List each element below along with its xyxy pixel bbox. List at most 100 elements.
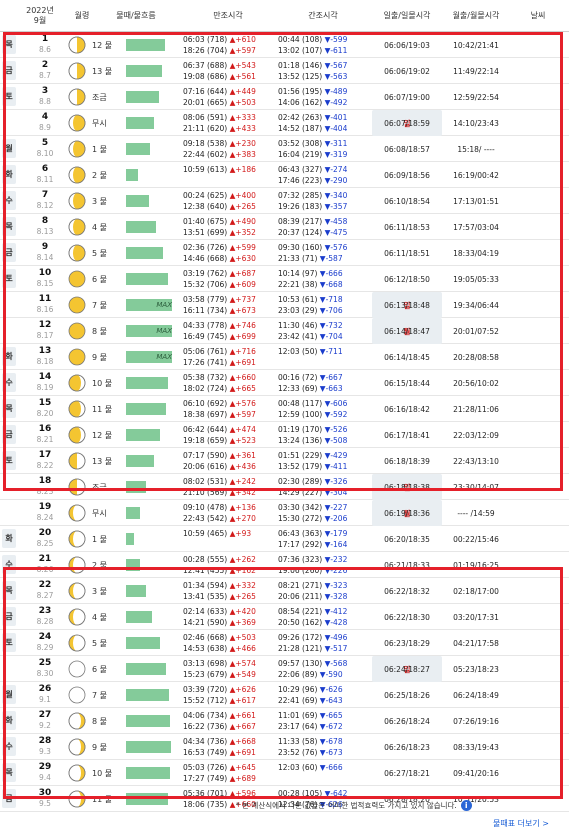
high-tide-1: 04:34 (736) bbox=[183, 737, 228, 746]
sunrise-sunset: 06:24/18:27 bbox=[384, 664, 430, 674]
tide-max-label bbox=[150, 91, 172, 103]
low-tide-2: 13:02 (107) bbox=[278, 46, 323, 55]
tide-max-label bbox=[150, 767, 172, 779]
high-tide-1: 06:10 (692) bbox=[183, 399, 228, 408]
low-tide-cell: 08:39 (217) ▼-458 20:37 (124) ▼-475 bbox=[278, 216, 368, 238]
date-cell: 11 8.16 bbox=[28, 294, 62, 315]
solar-day: 4 bbox=[41, 112, 49, 122]
high-tide-cell: 00:28 (555) ▲+262 12:41 (455) ▲+162 bbox=[183, 554, 273, 576]
high-tide-1-diff: ▲+599 bbox=[229, 243, 256, 252]
low-tide-1: 01:51 (229) bbox=[278, 451, 323, 460]
tide-age: 12 물 bbox=[92, 40, 113, 50]
low-tide-1: 12:03 (50) bbox=[278, 347, 318, 356]
tide-max-label bbox=[150, 273, 172, 285]
low-tide-2: 21:33 (71) bbox=[278, 254, 318, 263]
table-row: 금 16 8.21 12 물 06:42 (644) ▲+474 19:18 (659) … bbox=[0, 422, 569, 448]
low-tide-cell: 07:36 (323) ▼-232 19:06 (260) ▼-226 bbox=[278, 554, 368, 576]
high-tide-1-diff: ▲+332 bbox=[229, 581, 256, 590]
moon-phase-icon bbox=[68, 36, 86, 54]
high-tide-cell: 03:58 (779) ▲+737 16:11 (734) ▲+673 bbox=[183, 294, 273, 316]
solar-day: 8 bbox=[41, 216, 49, 226]
moonrise-moonset: 19:05/05:33 bbox=[453, 274, 499, 284]
table-row: 목 29 9.4 10 물 05:03 (726) ▲+645 17:27 (749) ▲… bbox=[0, 760, 569, 786]
sunrise-sunset: 06:17/18:41 bbox=[384, 430, 430, 440]
lunar-date: 8.9 bbox=[39, 123, 51, 132]
moon-phase-icon bbox=[68, 712, 86, 730]
table-row: 금 2 8.7 13 물 06:37 (688) ▲+543 19:08 (686) ▲+… bbox=[0, 58, 569, 84]
high-tide-cell: 06:03 (718) ▲+610 18:26 (704) ▲+597 bbox=[183, 34, 273, 56]
solar-day: 28 bbox=[38, 736, 52, 746]
header-high-tide: 만조시각 bbox=[213, 11, 243, 20]
table-row: 화 20 8.25 1 물 10:59 (465) ▲+93 06:43 (363) ▼… bbox=[0, 526, 569, 552]
high-tide-2: 22:44 (602) bbox=[183, 150, 228, 159]
tide-age: 5 물 bbox=[92, 248, 107, 258]
low-tide-2: 23:03 (29) bbox=[278, 306, 318, 315]
tide-age: 6 물 bbox=[92, 274, 107, 284]
high-tide-1: 04:06 (734) bbox=[183, 711, 228, 720]
high-tide-2: 16:22 (736) bbox=[183, 722, 228, 731]
tide-max-label bbox=[150, 169, 172, 181]
sunrise-sunset: 06:19/18:36 bbox=[384, 508, 430, 518]
low-tide-1: 08:54 (221) bbox=[278, 607, 323, 616]
table-row: 수 14 8.19 10 물 05:38 (732) ▲+660 18:02 (724) … bbox=[0, 370, 569, 396]
day-of-week: 토 bbox=[2, 87, 16, 106]
info-icon[interactable]: i bbox=[460, 800, 472, 811]
tide-max-label: MAX bbox=[156, 353, 172, 361]
lunar-date: 8.26 bbox=[36, 565, 54, 574]
low-tide-1-diff: ▼-179 bbox=[324, 529, 348, 538]
high-tide-cell: 04:33 (778) ▲+746 16:49 (745) ▲+699 bbox=[183, 320, 273, 342]
high-tide-2: 22:43 (542) bbox=[183, 514, 228, 523]
high-tide-2-diff: ▲+369 bbox=[229, 618, 256, 627]
day-of-week: 월 bbox=[2, 139, 16, 158]
high-tide-1: 05:06 (761) bbox=[183, 347, 228, 356]
high-tide-2: 14:53 (638) bbox=[183, 644, 228, 653]
low-tide-1: 09:57 (130) bbox=[278, 659, 323, 668]
tide-age: 9 물 bbox=[92, 742, 107, 752]
lunar-date: 9.2 bbox=[39, 721, 51, 730]
low-tide-2-diff: ▼-328 bbox=[324, 592, 348, 601]
lunar-date: 9.4 bbox=[39, 773, 51, 782]
high-tide-1-diff: ▲+668 bbox=[229, 737, 256, 746]
high-tide-cell: 02:36 (726) ▲+599 14:46 (668) ▲+630 bbox=[183, 242, 273, 264]
date-cell: 7 8.12 bbox=[28, 190, 62, 211]
moonrise-moonset: 21:28/11:06 bbox=[453, 404, 499, 414]
low-tide-2: 14:29 (227) bbox=[278, 488, 323, 497]
low-tide-1-diff: ▼-401 bbox=[324, 113, 348, 122]
low-tide-cell: 00:44 (108) ▼-599 13:02 (107) ▼-611 bbox=[278, 34, 368, 56]
low-tide-2: 23:52 (76) bbox=[278, 748, 318, 757]
lunar-date: 8.17 bbox=[36, 331, 54, 340]
more-tide-link[interactable]: 물때표 더보기 > bbox=[493, 818, 549, 829]
sunrise-sunset: 06:23/18:29 bbox=[384, 638, 430, 648]
low-tide-1: 00:28 (105) bbox=[278, 789, 323, 798]
table-row: 목 15 8.20 11 물 06:10 (692) ▲+576 18:38 (697) … bbox=[0, 396, 569, 422]
moonrise-moonset: 17:13/01:51 bbox=[453, 196, 499, 206]
moonrise-moonset: 07:26/19:16 bbox=[453, 716, 499, 726]
high-tide-1: 08:06 (591) bbox=[183, 113, 228, 122]
high-tide-2-diff: ▲+383 bbox=[229, 150, 256, 159]
moon-phase-icon bbox=[68, 634, 86, 652]
high-tide-1: 10:59 (613) bbox=[183, 165, 228, 174]
high-tide-2-diff: ▲+270 bbox=[229, 514, 256, 523]
high-tide-2: 13:41 (535) bbox=[183, 592, 228, 601]
high-tide-2: 19:08 (686) bbox=[183, 72, 228, 81]
high-tide-1: 01:34 (594) bbox=[183, 581, 228, 590]
tide-age: 3 물 bbox=[92, 586, 107, 596]
low-tide-1: 01:18 (146) bbox=[278, 61, 323, 70]
sunrise-sunset: 06:15/18:44 bbox=[384, 378, 430, 388]
low-tide-2: 13:52 (125) bbox=[278, 72, 323, 81]
tide-strength-bar bbox=[126, 143, 150, 155]
low-tide-2-diff: ▼-672 bbox=[319, 722, 343, 731]
low-tide-1-diff: ▼-227 bbox=[324, 503, 348, 512]
tide-age: 4 물 bbox=[92, 222, 107, 232]
high-tide-1-diff: ▲+186 bbox=[229, 165, 256, 174]
footnote-text: * 본 계산식에서 다른 값들은 어떠한 법적효력도 가지고 있지 않습니다. bbox=[236, 801, 457, 810]
low-tide-1-diff: ▼-496 bbox=[324, 633, 348, 642]
low-tide-cell: 10:53 (61) ▼-718 23:03 (29) ▼-706 bbox=[278, 294, 368, 316]
high-tide-cell: 09:18 (538) ▲+230 22:44 (602) ▲+383 bbox=[183, 138, 273, 160]
moon-phase-icon bbox=[68, 686, 86, 704]
tide-max-label bbox=[150, 403, 172, 415]
solar-day: 10 bbox=[38, 268, 52, 278]
day-of-week: 수 bbox=[2, 737, 16, 756]
sunrise-sunset: 06:09/18:56 bbox=[384, 170, 430, 180]
tide-age: 7 물 bbox=[92, 300, 107, 310]
